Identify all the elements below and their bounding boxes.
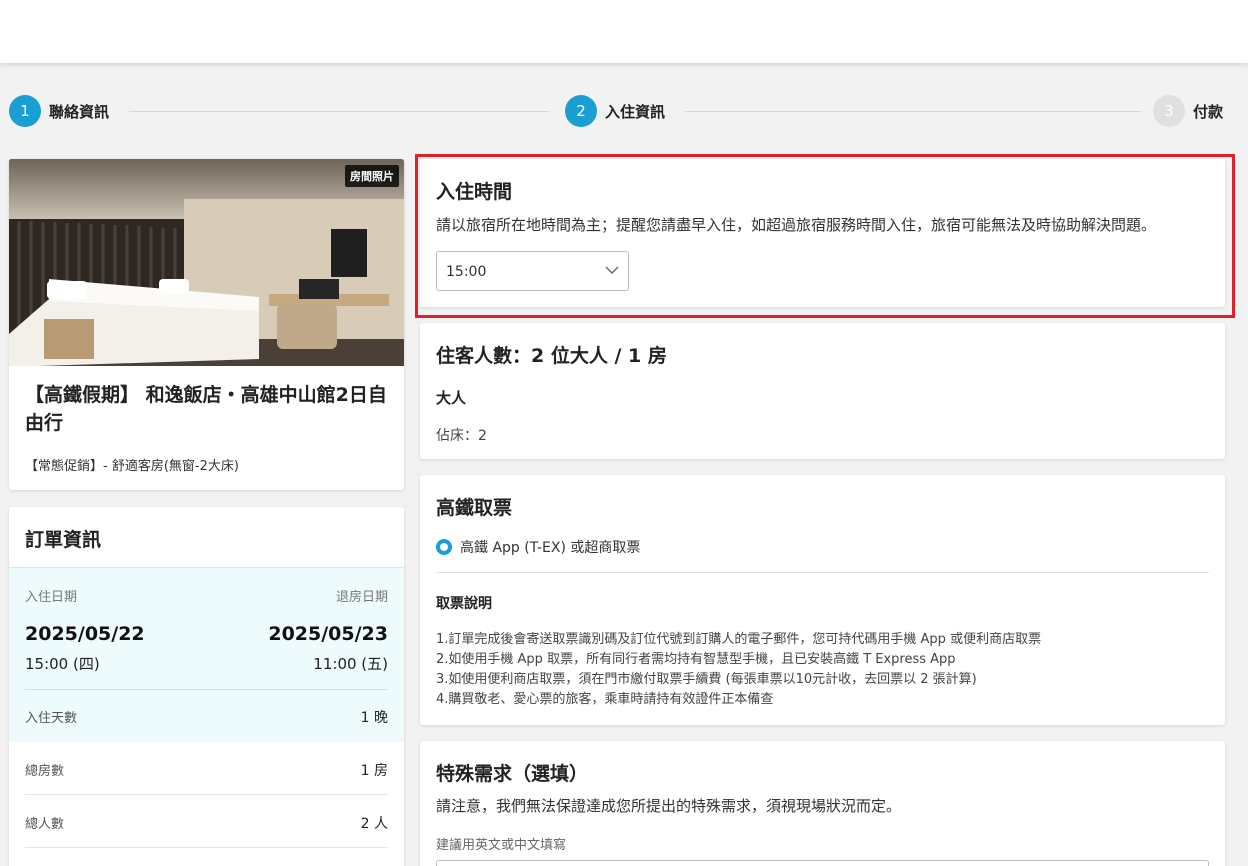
ticket-note-item: 2.如使用手機 App 取票，所有同行者需均持有智慧型手機，且已安裝高鐵 T E… [436, 652, 956, 667]
checkin-time-value: 15:00 [446, 264, 487, 280]
step-connector [685, 111, 1141, 112]
nights-value: 1 晚 [360, 710, 388, 726]
checkin-time-card: 入住時間 請以旅宿所在地時間為主；提醒您請盡早入住，如超過旅宿服務時間入住，旅宿… [420, 159, 1225, 307]
thsr-ticket-card: 高鐵取票 高鐵 App (T-EX) 或超商取票 取票說明 1.訂單完成後會寄送… [420, 475, 1225, 725]
total-rooms-label: 總房數 [25, 764, 65, 779]
adult-label: 大人 [436, 389, 467, 407]
room-photo-badge[interactable]: 房間照片 [345, 165, 399, 187]
step-connector [129, 111, 549, 112]
radio-selected-icon[interactable] [436, 539, 452, 555]
total-rooms-value: 1 房 [360, 763, 388, 779]
checkout-date: 2025/05/23 [268, 623, 388, 645]
ticket-note-item: 4.購買敬老、愛心票的旅客，乘車時請持有效證件正本備查 [436, 692, 774, 707]
hotel-package-title: 【高鐵假期】 和逸飯店・高雄中山館2日自由行 [25, 384, 387, 434]
order-info-title: 訂單資訊 [25, 529, 102, 551]
total-people-label: 總人數 [25, 817, 65, 832]
total-people-value: 2 人 [360, 816, 388, 832]
special-requests-hint: 建議用英文或中文填寫 [436, 838, 567, 853]
nights-label: 入住天數 [25, 711, 78, 726]
special-requests-input[interactable] [436, 860, 1209, 866]
guest-count-card: 住客人數：2 位大人 / 1 房 大人 佔床：2 [420, 323, 1225, 459]
step-number: 1 [9, 95, 41, 127]
progress-stepper: 1 聯絡資訊 2 入住資訊 3 付款 [9, 94, 1225, 128]
ticket-notes: 1.訂單完成後會寄送取票識別碼及訂位代號到訂購人的電子郵件，您可持代碼用手機 A… [436, 630, 1041, 710]
special-requests-description: 請注意，我們無法保證達成您所提出的特殊需求，須視現場狀況而定。 [436, 797, 902, 815]
top-header-bar [0, 0, 1248, 63]
checkout-time: 11:00 (五) [313, 655, 388, 673]
step-label: 付款 [1193, 102, 1224, 121]
step-payment: 3 付款 [1153, 94, 1223, 128]
special-requests-title: 特殊需求（選填） [436, 763, 589, 785]
ticket-option-label[interactable]: 高鐵 App (T-EX) 或超商取票 [460, 537, 640, 557]
divider [25, 689, 388, 690]
checkin-date-label: 入住日期 [25, 590, 78, 605]
step-contact-info: 1 聯絡資訊 [9, 94, 109, 128]
room-photo[interactable]: 房間照片 [9, 159, 404, 366]
ticket-note-item: 3.如使用便利商店取票，須在門市繳付取票手續費 (每張車票以10元計收，去回票以… [436, 672, 977, 687]
checkin-time: 15:00 (四) [25, 655, 100, 673]
room-type: 【常態促銷】- 舒適客房(無窗-2大床) [25, 459, 239, 474]
ticket-option-radio[interactable]: 高鐵 App (T-EX) 或超商取票 [436, 537, 640, 557]
total-people-row: 總人數 2 人 [25, 795, 388, 848]
room-photo-illustration [9, 159, 404, 366]
special-requests-card: 特殊需求（選填） 請注意，我們無法保證達成您所提出的特殊需求，須視現場狀況而定。… [420, 741, 1225, 866]
stay-dates-panel: 入住日期 退房日期 2025/05/22 2025/05/23 15:00 (四… [9, 567, 404, 742]
bed-count: 佔床：2 [436, 428, 487, 444]
ticket-note-item: 1.訂單完成後會寄送取票識別碼及訂位代號到訂購人的電子郵件，您可持代碼用手機 A… [436, 632, 1042, 647]
checkout-date-label: 退房日期 [335, 590, 388, 605]
guest-count-title: 住客人數：2 位大人 / 1 房 [436, 345, 667, 367]
hotel-summary-card: 房間照片 【高鐵假期】 和逸飯店・高雄中山館2日自由行 【常態促銷】- 舒適客房… [9, 159, 404, 490]
total-rooms-row: 總房數 1 房 [25, 742, 388, 795]
ticket-notes-title: 取票說明 [436, 596, 492, 612]
chevron-down-icon [605, 266, 619, 274]
checkin-time-select[interactable]: 15:00 [436, 251, 629, 291]
thsr-ticket-title: 高鐵取票 [436, 497, 513, 519]
checkin-date: 2025/05/22 [25, 623, 145, 645]
step-checkin-info: 2 入住資訊 [565, 94, 665, 128]
order-info-card: 訂單資訊 入住日期 退房日期 2025/05/22 2025/05/23 15:… [9, 507, 404, 866]
checkin-time-description: 請以旅宿所在地時間為主；提醒您請盡早入住，如超過旅宿服務時間入住，旅宿可能無法及… [436, 216, 1157, 234]
step-number: 2 [565, 95, 597, 127]
step-label: 入住資訊 [605, 102, 666, 121]
step-label: 聯絡資訊 [49, 102, 110, 121]
checkin-time-title: 入住時間 [436, 181, 513, 203]
divider [436, 572, 1209, 573]
step-number: 3 [1153, 95, 1185, 127]
